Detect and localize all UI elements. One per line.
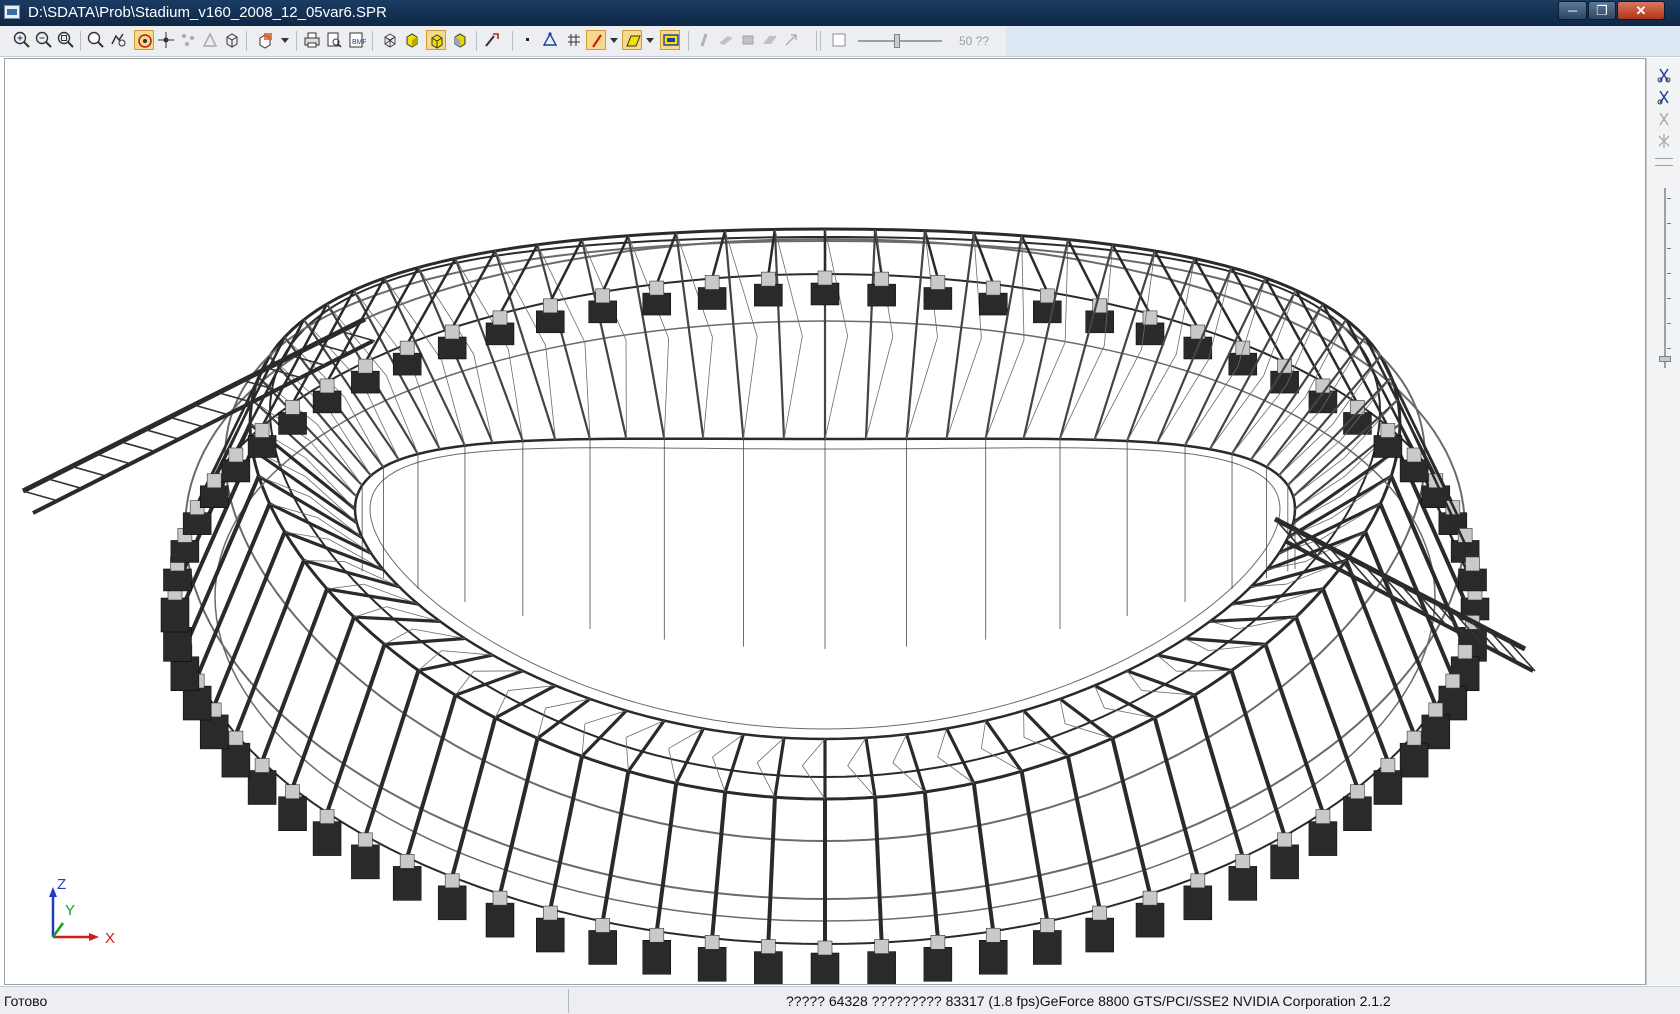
shaded-cube-alt-icon[interactable] xyxy=(450,30,470,50)
right-toolbar xyxy=(1646,58,1680,985)
pan-icon[interactable] xyxy=(108,30,128,50)
toolbar-separator xyxy=(80,31,81,51)
title-bar: D:\SDATA\Prob\Stadium_v160_2008_12_05var… xyxy=(0,0,1680,26)
slider-track xyxy=(858,40,942,42)
toolbar-separator xyxy=(476,31,477,51)
slider-tick xyxy=(1667,223,1671,224)
triangle-icon[interactable] xyxy=(540,30,560,50)
cut-icon[interactable] xyxy=(1655,66,1673,84)
svg-text:BMP: BMP xyxy=(352,39,366,46)
slider-tick xyxy=(1667,298,1671,299)
minimize-button[interactable]: ─ xyxy=(1558,1,1587,20)
bar-icon[interactable] xyxy=(694,30,714,50)
status-bar: Готово ????? 64328 ????????? 83317 (1.8 … xyxy=(0,986,1680,1014)
zoom-out-icon[interactable] xyxy=(34,30,54,50)
node-filter-icon[interactable] xyxy=(178,30,198,50)
cube-icon[interactable] xyxy=(222,30,242,50)
cut-icon[interactable] xyxy=(1655,132,1673,150)
solid-icon[interactable] xyxy=(738,30,758,50)
toolbar-separator xyxy=(688,31,689,51)
app-icon[interactable] xyxy=(4,5,20,19)
shaded-cube-icon[interactable] xyxy=(402,30,422,50)
window-title: D:\SDATA\Prob\Stadium_v160_2008_12_05var… xyxy=(28,4,387,21)
status-info: ????? 64328 ????????? 83317 (1.8 fps)GeF… xyxy=(786,993,1391,1009)
slider-thumb[interactable] xyxy=(894,34,900,48)
toolbar-separator xyxy=(372,31,373,51)
wireframe-icon[interactable] xyxy=(380,30,400,50)
pencil-icon[interactable] xyxy=(586,30,606,50)
chevron-down-icon[interactable] xyxy=(610,38,618,43)
plate-icon[interactable] xyxy=(716,30,736,50)
status-text: Готово xyxy=(4,993,48,1009)
display-icon[interactable] xyxy=(660,30,680,50)
shell-icon[interactable] xyxy=(760,30,780,50)
close-button[interactable]: ✕ xyxy=(1617,1,1665,20)
toolbar-separator xyxy=(512,31,513,51)
toolbar-empty-area xyxy=(1006,26,1680,56)
toolbar-separator xyxy=(816,31,817,51)
slider-tick xyxy=(1667,248,1671,249)
maximize-button[interactable]: ❐ xyxy=(1588,1,1616,20)
zoom-value: 50 ?? xyxy=(959,34,990,48)
solid-cube-icon[interactable] xyxy=(426,30,446,50)
print-icon[interactable] xyxy=(302,30,322,50)
zoom-in-icon[interactable] xyxy=(12,30,32,50)
grid-icon[interactable] xyxy=(564,30,584,50)
main-toolbar: BMP 50 ?? xyxy=(0,26,1680,57)
select-node-icon[interactable] xyxy=(156,30,176,50)
toolbar-separator xyxy=(820,31,821,51)
vertical-slider[interactable] xyxy=(1659,188,1671,368)
checkbox-icon[interactable] xyxy=(830,30,850,50)
toolbar-separator xyxy=(1655,158,1673,166)
fill-icon[interactable] xyxy=(622,30,642,50)
cut-icon[interactable] xyxy=(1655,88,1673,106)
axis-triad: Z Y X xyxy=(49,879,115,947)
arrow-icon[interactable] xyxy=(782,30,802,50)
stadium-model[interactable] xyxy=(5,59,1645,984)
tools-icon[interactable] xyxy=(482,30,502,50)
chevron-down-icon[interactable] xyxy=(646,38,654,43)
toolbar-separator xyxy=(246,31,247,51)
slider-tick xyxy=(1667,198,1671,199)
zoom-slider[interactable] xyxy=(858,34,942,48)
chevron-down-icon[interactable] xyxy=(281,38,289,43)
element-filter-icon[interactable] xyxy=(200,30,220,50)
slider-tick xyxy=(1667,273,1671,274)
print-preview-icon[interactable] xyxy=(324,30,344,50)
axis-y-label: Y xyxy=(65,902,75,919)
toolbar-separator xyxy=(296,31,297,51)
rotate-icon[interactable] xyxy=(134,30,154,50)
slider-tick xyxy=(1667,323,1671,324)
slider-tick xyxy=(1667,348,1671,349)
point-icon[interactable] xyxy=(518,30,538,50)
view-dropdown-icon[interactable] xyxy=(256,30,276,50)
export-icon[interactable]: BMP xyxy=(346,30,368,50)
cut-icon[interactable] xyxy=(1655,110,1673,128)
axis-x-label: X xyxy=(105,930,115,947)
slider-thumb[interactable] xyxy=(1659,356,1671,362)
model-viewport[interactable]: Z Y X xyxy=(4,58,1646,985)
zoom-fit-icon[interactable] xyxy=(56,30,76,50)
axis-z-label: Z xyxy=(57,879,66,893)
zoom-window-icon[interactable] xyxy=(86,30,106,50)
slider-track xyxy=(1664,188,1666,368)
